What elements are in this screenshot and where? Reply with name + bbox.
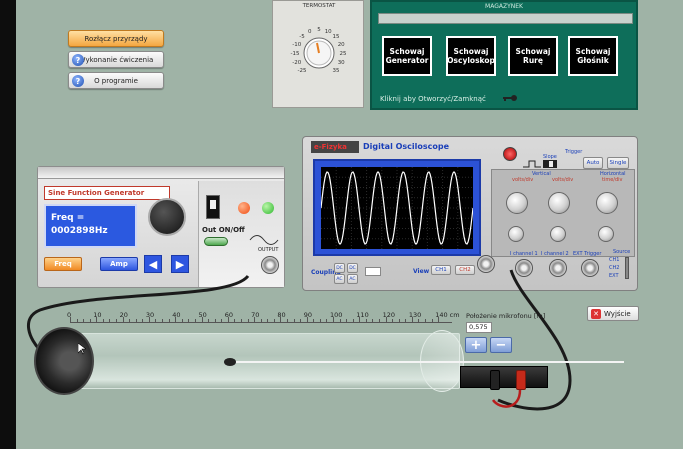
ruler-tick — [247, 319, 249, 323]
ruler-tick — [240, 319, 242, 323]
microphone-rod[interactable] — [232, 361, 624, 363]
ruler-tick — [181, 319, 183, 323]
red-plug — [516, 370, 526, 390]
ruler-tick — [273, 319, 275, 323]
ruler-tick — [194, 319, 196, 323]
ruler-label: 100 — [330, 311, 343, 319]
ruler-tick — [129, 319, 131, 323]
ruler-tick — [260, 319, 262, 323]
ruler-label: 60 — [224, 311, 234, 319]
ruler-label: 0 — [67, 311, 72, 319]
microphone-connector-block — [460, 366, 548, 388]
ruler-tick — [379, 319, 381, 323]
ruler-label: 10 — [93, 311, 102, 319]
ruler-tick — [293, 319, 295, 323]
ruler-tick — [431, 319, 433, 323]
ruler-label: 130 — [408, 311, 422, 319]
ruler-tick — [135, 319, 137, 323]
ruler-tick — [300, 319, 302, 323]
ruler-tick — [365, 319, 367, 323]
ruler-label: 110 — [356, 311, 369, 319]
mic-minus-button[interactable]: − — [490, 337, 512, 353]
mouse-cursor-icon — [78, 343, 86, 355]
mic-position-label: Położenie mikrofonu [m] — [466, 312, 546, 320]
exit-button[interactable]: ✕ Wyjście — [587, 306, 639, 321]
ruler-tick — [267, 319, 269, 323]
ruler-label: 120 — [382, 311, 396, 319]
ruler-tick — [346, 319, 348, 323]
ruler-tick — [418, 319, 420, 323]
ruler-tick — [208, 319, 210, 323]
mic-plus-button[interactable]: + — [465, 337, 487, 353]
ruler-label: 20 — [119, 311, 128, 319]
ruler-tick — [326, 319, 328, 323]
ruler-tick — [83, 319, 85, 323]
ruler-label: 70 — [251, 311, 260, 319]
ruler-tick — [352, 319, 354, 323]
ruler-tick — [76, 319, 78, 323]
ruler-tick — [339, 319, 341, 323]
ruler-tick — [155, 319, 157, 323]
ruler-tick — [234, 319, 236, 323]
ruler-label: 80 — [277, 311, 286, 319]
ruler-tick — [188, 319, 190, 323]
black-plug — [490, 370, 500, 390]
ruler-tick — [392, 319, 394, 323]
microphone-head — [224, 358, 236, 366]
ruler-tick — [425, 319, 427, 323]
ruler-label: 140 cm — [435, 311, 460, 319]
close-icon: ✕ — [591, 309, 601, 319]
ruler-tick — [142, 319, 144, 323]
ruler-tick — [214, 319, 216, 323]
ruler-tick — [162, 319, 164, 323]
ruler-tick — [398, 319, 400, 323]
speaker — [34, 327, 94, 395]
ruler-tick — [405, 319, 407, 323]
ruler-tick — [168, 319, 170, 323]
ruler-tick — [89, 319, 91, 323]
exit-label: Wyjście — [604, 309, 631, 318]
ruler-tick — [116, 319, 118, 323]
ruler-label: 40 — [172, 311, 181, 319]
ruler-tick — [319, 319, 321, 323]
ruler-tick — [372, 319, 374, 323]
ruler-label: 90 — [303, 311, 312, 319]
mic-position-value[interactable]: 0,575 — [466, 322, 492, 333]
ruler-tick — [102, 319, 104, 323]
ruler-label: 30 — [145, 311, 155, 319]
ruler-tick — [313, 319, 315, 323]
ruler-tick — [286, 319, 288, 323]
ruler-tick — [221, 319, 223, 323]
ruler-label: 50 — [198, 311, 207, 319]
ruler-tick — [109, 319, 111, 323]
